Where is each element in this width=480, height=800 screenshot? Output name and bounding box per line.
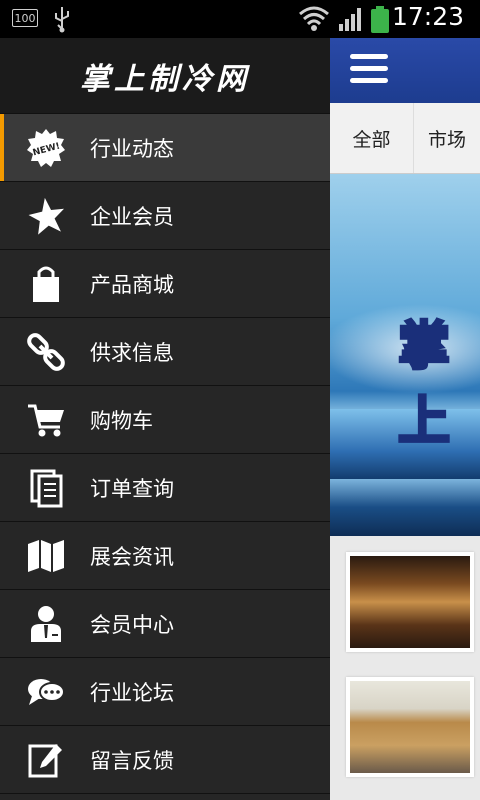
new-badge-icon: NEW! (26, 128, 66, 168)
menu-item-label: 展会资讯 (90, 544, 174, 569)
wifi-icon (299, 6, 329, 31)
documents-icon (26, 468, 66, 508)
menu-item-shopping-cart[interactable]: 购物车 (0, 386, 330, 454)
menu-item-member-center[interactable]: 会员中心 (0, 590, 330, 658)
usb-icon (55, 7, 69, 33)
menu-item-label: 供求信息 (90, 340, 174, 365)
menu-item-feedback[interactable]: 留言反馈 (0, 726, 330, 794)
menu-item-label: 订单查询 (90, 476, 174, 501)
menu-item-label: 企业会员 (90, 204, 174, 229)
main-content: 全部 市场 掌上 (330, 38, 480, 800)
map-icon (26, 536, 66, 576)
app-logo-title: 掌上制冷网 (80, 61, 250, 97)
navigation-drawer: 掌上制冷网 NEW! 行业动态 企业会员 产品商城 供求信息 购物车 订单查询 … (0, 38, 330, 800)
thumbnail-image (350, 681, 470, 773)
menu-item-industry-news[interactable]: NEW! 行业动态 (0, 114, 330, 182)
banner-title: 掌上 (397, 316, 453, 454)
member-person-icon (26, 604, 66, 644)
clock-time: 17:23 (391, 2, 464, 31)
menu-item-label: 留言反馈 (90, 748, 174, 773)
news-thumbnail[interactable] (346, 677, 474, 777)
signal-icon (339, 8, 361, 31)
menu-item-order-query[interactable]: 订单查询 (0, 454, 330, 522)
drawer-header: 掌上制冷网 (0, 38, 330, 114)
shopping-cart-icon (26, 400, 66, 440)
menu-item-industry-forum[interactable]: 行业论坛 (0, 658, 330, 726)
menu-item-label: 会员中心 (90, 612, 174, 637)
tab-market[interactable]: 市场 (414, 103, 480, 173)
battery-percent-indicator: 100 (12, 9, 38, 27)
category-tabs: 全部 市场 (330, 103, 480, 174)
link-chain-icon (26, 332, 66, 372)
app-top-bar (330, 38, 480, 103)
menu-item-label: 行业动态 (90, 136, 174, 161)
chat-bubbles-icon (26, 672, 66, 712)
thumbnail-image (350, 556, 470, 648)
news-list (330, 536, 480, 777)
star-icon (26, 196, 66, 236)
menu-item-label: 产品商城 (90, 272, 174, 297)
tab-all[interactable]: 全部 (330, 103, 414, 173)
status-bar: 100 17:23 (0, 0, 480, 38)
menu-item-exhibition-news[interactable]: 展会资讯 (0, 522, 330, 590)
menu-icon[interactable] (350, 54, 388, 86)
shopping-bag-icon (26, 264, 66, 304)
news-thumbnail[interactable] (346, 552, 474, 652)
menu-item-enterprise-members[interactable]: 企业会员 (0, 182, 330, 250)
battery-icon (371, 6, 389, 33)
menu-item-label: 行业论坛 (90, 680, 174, 705)
banner-image[interactable]: 掌上 (330, 174, 480, 536)
edit-note-icon (26, 740, 66, 780)
menu-item-label: 购物车 (90, 408, 153, 433)
menu-item-product-mall[interactable]: 产品商城 (0, 250, 330, 318)
menu-item-supply-demand[interactable]: 供求信息 (0, 318, 330, 386)
